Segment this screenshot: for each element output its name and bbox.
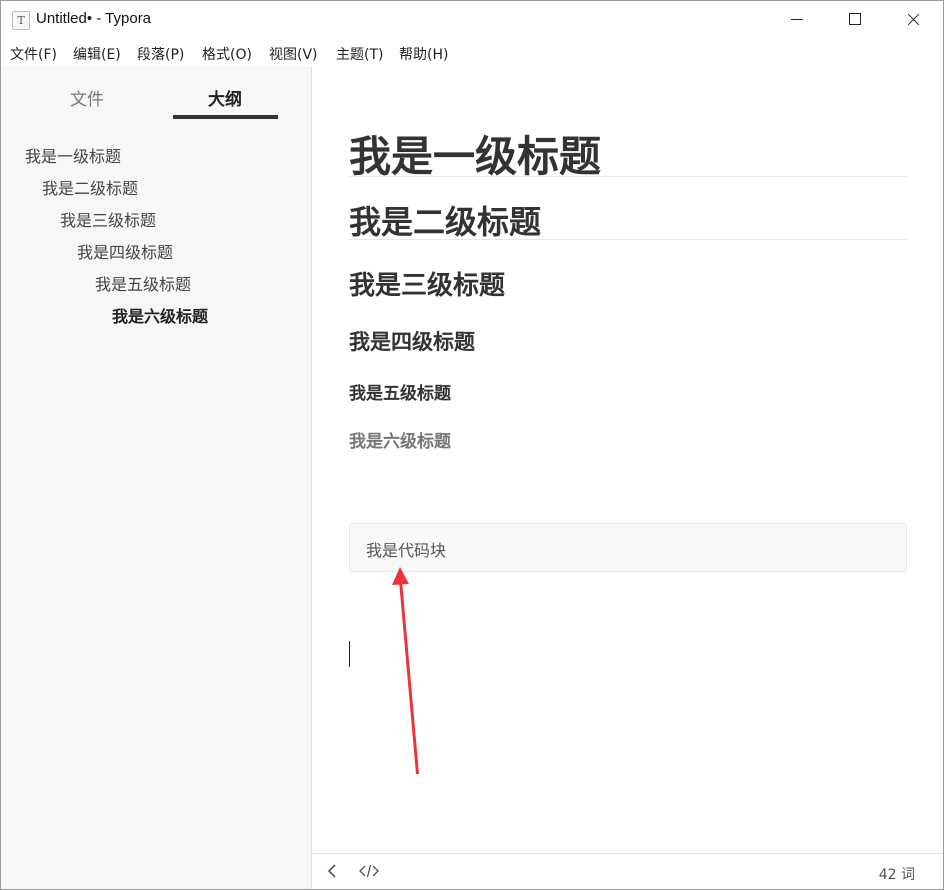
outline-item-h5[interactable]: 我是五级标题 <box>95 271 191 295</box>
menu-paragraph[interactable]: 段落(P) <box>137 44 184 64</box>
code-icon[interactable] <box>358 862 380 880</box>
typora-app-icon: T <box>12 11 30 30</box>
outline-item-h1[interactable]: 我是一级标题 <box>25 143 121 167</box>
menu-file[interactable]: 文件(F) <box>10 44 57 64</box>
tab-files[interactable]: 文件 <box>70 85 104 110</box>
arrow-head <box>392 567 409 585</box>
title-bar[interactable]: T Untitled• - Typora <box>1 1 943 39</box>
window-title: Untitled• - Typora <box>36 10 152 27</box>
chevron-left-icon[interactable] <box>324 862 342 880</box>
outline-item-h3[interactable]: 我是三级标题 <box>60 207 156 231</box>
menu-help[interactable]: 帮助(H) <box>399 44 448 64</box>
sidebar: 文件 大纲 我是一级标题 我是二级标题 我是三级标题 我是四级标题 我是五级标题… <box>1 67 312 889</box>
red-arrow-annotation <box>392 567 419 774</box>
menu-format[interactable]: 格式(O) <box>202 44 252 64</box>
outline-item-h6[interactable]: 我是六级标题 <box>112 303 208 327</box>
menu-view[interactable]: 视图(V) <box>269 44 318 64</box>
status-bar: 42 词 <box>312 853 943 889</box>
editor-area[interactable]: 我是一级标题 我是二级标题 我是三级标题 我是四级标题 我是五级标题 我是六级标… <box>312 67 943 853</box>
outline-item-h2[interactable]: 我是二级标题 <box>42 175 138 199</box>
menu-bar: 文件(F) 编辑(E) 段落(P) 格式(O) 视图(V) 主题(T) 帮助(H… <box>1 39 943 67</box>
typora-window: T Untitled• - Typora 文件(F) 编辑(E) 段落(P) 格… <box>0 0 944 890</box>
outline-item-h4[interactable]: 我是四级标题 <box>77 239 173 263</box>
menu-theme[interactable]: 主题(T) <box>336 44 383 64</box>
close-button[interactable] <box>885 1 943 39</box>
arrow-shaft <box>399 581 419 774</box>
tab-outline[interactable]: 大纲 <box>208 85 242 110</box>
menu-edit[interactable]: 编辑(E) <box>73 44 121 64</box>
word-count[interactable]: 42 词 <box>879 864 915 884</box>
minimize-button[interactable] <box>769 1 827 39</box>
maximize-button[interactable] <box>827 1 885 39</box>
active-tab-indicator <box>173 115 278 119</box>
